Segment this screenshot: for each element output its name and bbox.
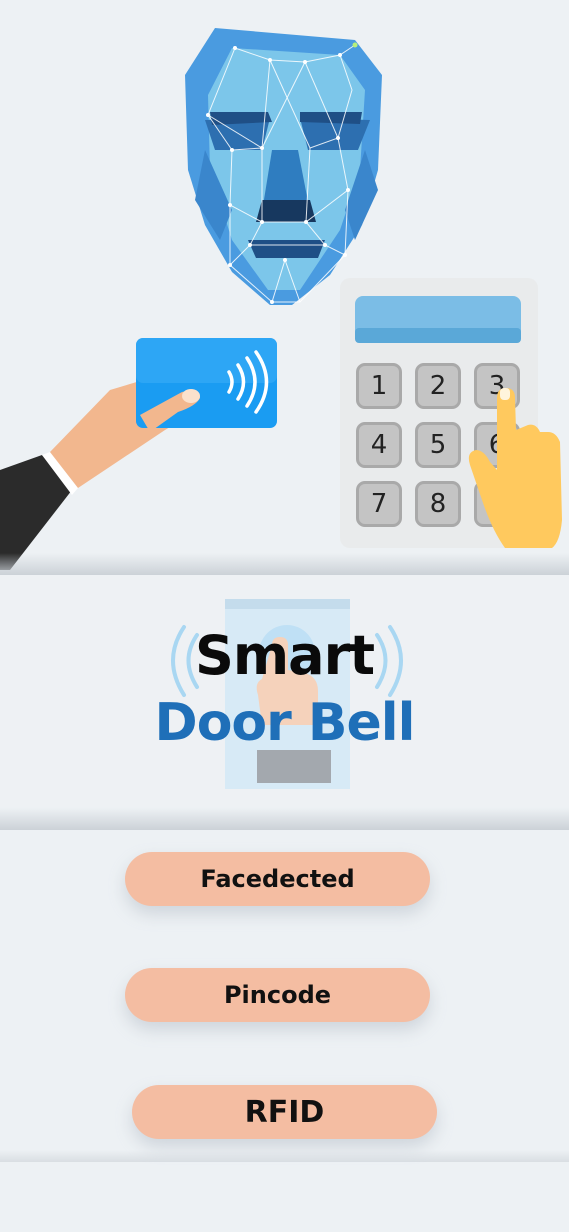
title-door-bell: Door Bell [154, 693, 416, 753]
divider [0, 1150, 569, 1162]
facedected-button[interactable]: Facedected [125, 852, 430, 906]
menu-panel: Facedected Pincode RFID [0, 832, 569, 1154]
title-panel: Smart Door Bell [0, 575, 569, 807]
pointing-hand-icon [468, 388, 562, 548]
divider [0, 553, 569, 575]
facedected-label: Facedected [200, 865, 355, 893]
hero-illustration: 1 2 3 4 5 6 7 8 [0, 0, 569, 570]
rfid-label: RFID [244, 1094, 325, 1130]
doorbell-icon [171, 599, 403, 789]
divider [0, 808, 569, 830]
pincode-button[interactable]: Pincode [125, 968, 430, 1022]
title-smart: Smart [194, 624, 375, 687]
pincode-label: Pincode [223, 981, 332, 1009]
rfid-button[interactable]: RFID [132, 1085, 437, 1139]
